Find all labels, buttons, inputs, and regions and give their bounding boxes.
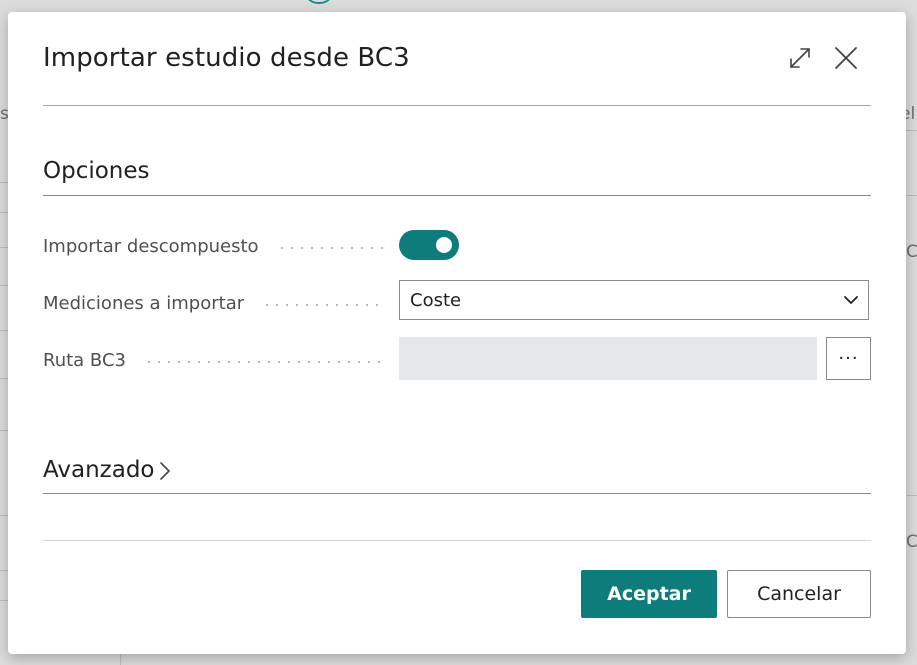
- aceptar-button[interactable]: Aceptar: [581, 570, 717, 618]
- toggle-knob: [436, 237, 452, 253]
- section-title-text: Avanzado: [43, 457, 155, 483]
- header-divider: [43, 105, 871, 106]
- field-label-text: Mediciones a importar: [43, 292, 245, 314]
- dialog-title: Importar estudio desde BC3: [43, 43, 410, 73]
- field-label-mediciones-a-importar: Mediciones a importar: [43, 291, 386, 315]
- chevron-right-icon: [159, 462, 170, 480]
- field-label-importar-descompuesto: Importar descompuesto: [43, 234, 386, 258]
- footer-divider: [43, 540, 871, 541]
- close-x-icon: [835, 47, 857, 69]
- background-logo-fragment: [304, 0, 334, 4]
- cancelar-button[interactable]: Cancelar: [727, 570, 871, 618]
- mediciones-select[interactable]: Coste: [399, 280, 869, 320]
- leader-dots: [262, 304, 386, 306]
- leader-dots: [143, 361, 386, 363]
- section-divider: [43, 493, 871, 494]
- field-label-ruta-bc3: Ruta BC3: [43, 348, 386, 372]
- background-divider: [905, 495, 917, 496]
- chevron-down-icon: [834, 280, 868, 320]
- expand-button[interactable]: [784, 42, 816, 74]
- section-title-opciones: Opciones: [43, 158, 150, 184]
- leader-dots: [276, 247, 386, 249]
- mediciones-selected-value: Coste: [410, 289, 462, 311]
- import-bc3-dialog: Importar estudio desde BC3 Opciones Impo…: [8, 12, 906, 654]
- close-button[interactable]: [830, 42, 862, 74]
- ruta-bc3-input[interactable]: [399, 337, 817, 380]
- background-divider: [905, 195, 917, 196]
- background-text-fragment: C: [906, 532, 917, 552]
- background-text-fragment: C: [906, 242, 917, 262]
- expand-diagonal-icon: [790, 48, 810, 68]
- field-label-text: Importar descompuesto: [43, 235, 259, 257]
- background-divider: [905, 130, 917, 131]
- section-title-avanzado[interactable]: Avanzado: [43, 457, 171, 483]
- importar-descompuesto-toggle[interactable]: [399, 230, 459, 260]
- section-divider: [43, 195, 871, 196]
- field-label-text: Ruta BC3: [43, 349, 126, 371]
- ruta-bc3-lookup-button[interactable]: ···: [826, 337, 871, 380]
